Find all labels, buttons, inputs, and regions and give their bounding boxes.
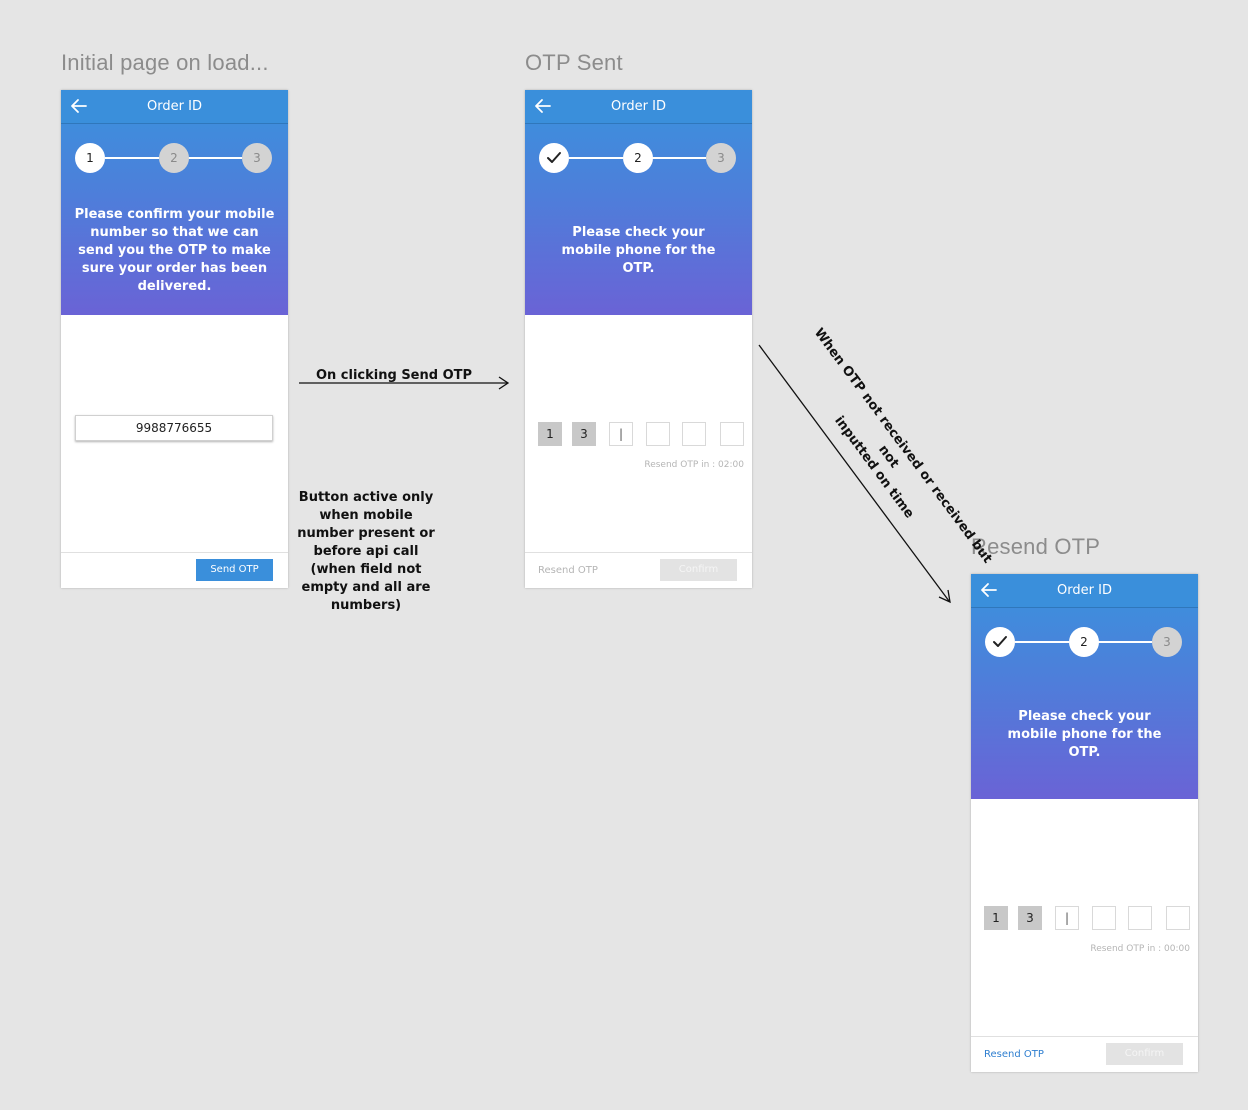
- otp-digit-2[interactable]: 3: [1018, 906, 1042, 930]
- annotation-button-note: Button active only when mobile number pr…: [297, 490, 435, 613]
- resend-otp-link[interactable]: Resend OTP: [984, 1049, 1044, 1060]
- section-title-otp-sent: OTP Sent: [525, 50, 623, 75]
- step-2: 2: [623, 143, 653, 173]
- confirm-button[interactable]: Confirm: [1106, 1043, 1183, 1065]
- otp-digit-3[interactable]: |: [609, 422, 633, 446]
- phone-header: Order ID 1 2 3 Please confirm your mobil…: [61, 90, 288, 315]
- otp-digit-1[interactable]: 1: [984, 906, 1008, 930]
- page-title: Order ID: [1057, 583, 1112, 598]
- top-bar: Order ID: [525, 90, 752, 124]
- annotation-diagonal: When OTP not received or received but no…: [777, 320, 999, 593]
- step-3: 3: [1152, 627, 1182, 657]
- otp-digit-6[interactable]: [720, 422, 744, 446]
- otp-digit-4[interactable]: [1092, 906, 1116, 930]
- step-connector: [1098, 641, 1152, 643]
- otp-digit-3[interactable]: |: [1055, 906, 1079, 930]
- mobile-number-input[interactable]: 9988776655: [75, 415, 273, 441]
- progress-stepper: 2 3: [539, 142, 739, 174]
- phone-footer: Resend OTP Confirm: [971, 1036, 1198, 1072]
- phone-header: Order ID 2 3 Please check your mobile ph…: [525, 90, 752, 315]
- phone-header: Order ID 2 3 Please check your mobile ph…: [971, 574, 1198, 799]
- phone-body: 1 3 | Resend OTP in : 02:00 Resend OTP C…: [525, 315, 752, 588]
- otp-digit-1[interactable]: 1: [538, 422, 562, 446]
- step-1-complete: [985, 627, 1015, 657]
- step-3: 3: [242, 143, 272, 173]
- checkmark-icon: [993, 636, 1007, 647]
- annotation-on-click: On clicking Send OTP: [315, 368, 473, 383]
- phone-screen-resend: Order ID 2 3 Please check your mobile ph…: [971, 574, 1198, 1072]
- instruction-message: Please check your mobile phone for the O…: [1007, 709, 1162, 760]
- step-3: 3: [706, 143, 736, 173]
- otp-input-row: 1 3 |: [984, 906, 1190, 930]
- instruction-message: Please confirm your mobile number so tha…: [74, 207, 275, 294]
- step-connector: [652, 157, 706, 159]
- otp-digit-5[interactable]: [1128, 906, 1152, 930]
- step-connector: [105, 157, 159, 159]
- otp-digit-5[interactable]: [682, 422, 706, 446]
- resend-otp-link[interactable]: Resend OTP: [538, 565, 598, 576]
- phone-screen-initial: Order ID 1 2 3 Please confirm your mobil…: [61, 90, 288, 588]
- phone-footer: Send OTP: [61, 552, 288, 588]
- confirm-button[interactable]: Confirm: [660, 559, 737, 581]
- phone-screen-otp-sent: Order ID 2 3 Please check your mobile ph…: [525, 90, 752, 588]
- step-1: 1: [75, 143, 105, 173]
- otp-input-row: 1 3 |: [538, 422, 744, 446]
- annotation-diagonal-line-2: inputted on time: [831, 413, 917, 522]
- page-title: Order ID: [147, 99, 202, 114]
- step-2: 2: [1069, 627, 1099, 657]
- step-connector: [188, 157, 242, 159]
- otp-digit-6[interactable]: [1166, 906, 1190, 930]
- otp-digit-2[interactable]: 3: [572, 422, 596, 446]
- step-2: 2: [159, 143, 189, 173]
- send-otp-button[interactable]: Send OTP: [196, 559, 273, 581]
- progress-stepper: 1 2 3: [75, 142, 275, 174]
- otp-digit-4[interactable]: [646, 422, 670, 446]
- phone-body: 1 3 | Resend OTP in : 00:00 Resend OTP C…: [971, 799, 1198, 1072]
- page-title: Order ID: [611, 99, 666, 114]
- annotation-diagonal-line-1: When OTP not received or received but no…: [810, 325, 995, 567]
- checkmark-icon: [547, 152, 561, 163]
- resend-timer: Resend OTP in : 00:00: [1090, 944, 1190, 954]
- instruction-message: Please check your mobile phone for the O…: [561, 225, 716, 276]
- top-bar: Order ID: [61, 90, 288, 124]
- phone-body: 9988776655 Send OTP: [61, 315, 288, 588]
- top-bar: Order ID: [971, 574, 1198, 608]
- progress-stepper: 2 3: [985, 626, 1185, 658]
- resend-timer: Resend OTP in : 02:00: [644, 460, 744, 470]
- section-title-initial: Initial page on load...: [61, 50, 269, 75]
- step-1-complete: [539, 143, 569, 173]
- phone-footer: Resend OTP Confirm: [525, 552, 752, 588]
- step-connector: [1015, 641, 1069, 643]
- step-connector: [569, 157, 623, 159]
